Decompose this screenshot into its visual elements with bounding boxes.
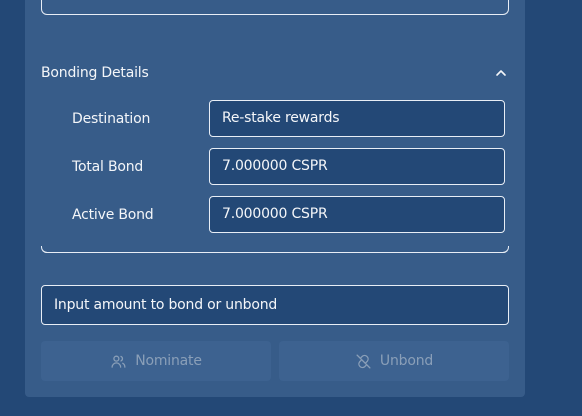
bond-amount-input[interactable]	[41, 285, 509, 325]
users-icon	[111, 355, 126, 368]
destination-label: Destination	[72, 111, 151, 127]
nominate-label: Nominate	[135, 353, 202, 369]
total-bond-label: Total Bond	[72, 159, 144, 175]
previous-section-box	[41, 0, 509, 15]
active-bond-field: 7.000000 CSPR	[209, 196, 505, 233]
active-bond-label: Active Bond	[72, 207, 154, 223]
destination-field: Re-stake rewards	[209, 100, 505, 137]
bonding-details-title: Bonding Details	[41, 65, 149, 81]
staking-panel: Bonding Details Destination Re-stake rew…	[25, 0, 525, 397]
unbond-button[interactable]: Unbond	[279, 341, 509, 381]
unbond-label: Unbond	[379, 353, 434, 369]
unlink-icon	[356, 353, 371, 369]
total-bond-field: 7.000000 CSPR	[209, 148, 505, 185]
nominate-button[interactable]: Nominate	[41, 341, 271, 381]
chevron-up-icon[interactable]	[495, 67, 507, 79]
